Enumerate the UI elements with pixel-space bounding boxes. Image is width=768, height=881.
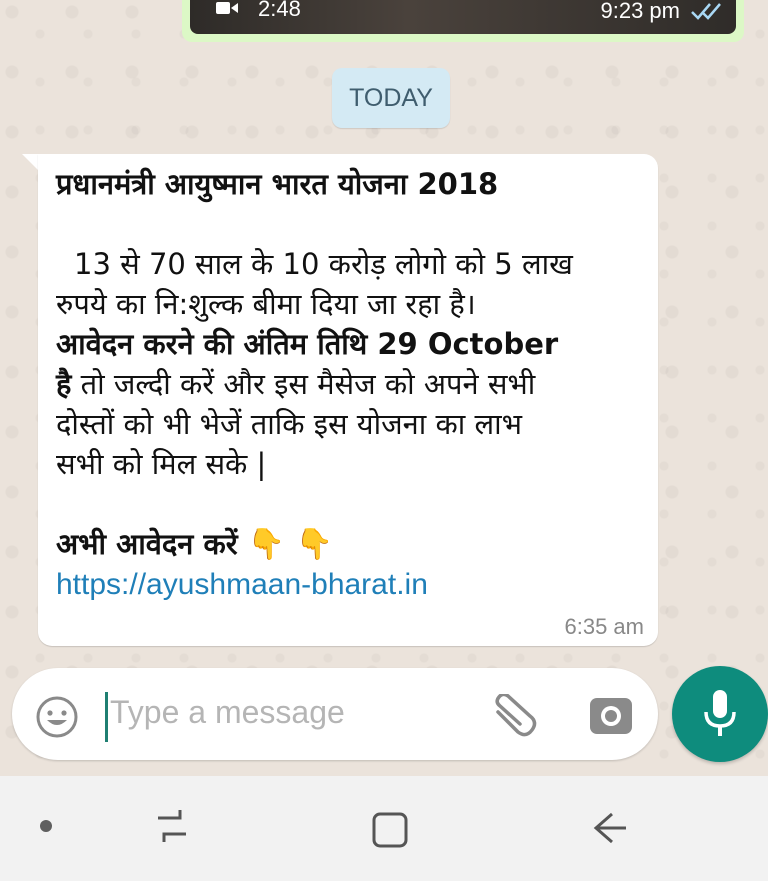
pointing-down-icon: 👇 👇 (247, 527, 333, 562)
call-to-action: अभी आवेदन करें 👇 👇 (56, 524, 646, 565)
double-check-icon (691, 3, 721, 20)
message-line: है तो जल्दी करें और इस मैसेज को अपने सभी (56, 364, 646, 404)
received-message-bubble[interactable]: प्रधानमंत्री आयुष्मान भारत योजना 2018 13… (38, 154, 658, 646)
message-line: सभी को मिल सके | (56, 447, 267, 481)
cta-text: अभी आवेदन करें (56, 527, 238, 561)
home-icon[interactable] (370, 810, 410, 850)
message-line: दोस्तों को भी भेजें ताकि इस योजना का लाभ (56, 407, 523, 441)
message-line: रुपये का नि:शुल्क बीमा दिया जा रहा है। (56, 287, 476, 321)
android-navigation-bar (0, 776, 768, 881)
text-cursor (105, 692, 108, 742)
attach-icon[interactable] (488, 694, 540, 738)
message-input[interactable]: Type a message (110, 694, 345, 731)
voice-message-button[interactable] (672, 666, 768, 762)
message-body: प्रधानमंत्री आयुष्मान भारत योजना 2018 13… (56, 164, 646, 605)
camera-icon[interactable] (588, 692, 634, 738)
video-camera-icon (216, 2, 238, 14)
message-composer[interactable]: Type a message (12, 668, 658, 760)
message-link[interactable]: https://ayushmaan-bharat.in (56, 565, 646, 605)
message-line: 13 से 70 साल के 10 करोड़ लोगो को 5 लाख (74, 247, 573, 281)
nav-dot[interactable] (40, 820, 52, 832)
mic-icon (704, 690, 736, 736)
emoji-icon[interactable] (34, 694, 80, 740)
recents-icon[interactable] (152, 806, 192, 846)
message-time: 6:35 am (564, 614, 645, 639)
date-divider: TODAY (332, 68, 450, 128)
video-duration: 2:48 (258, 0, 301, 21)
message-line-rest: तो जल्दी करें और इस मैसेज को अपने सभी (71, 367, 536, 401)
deadline-text-end: है (56, 367, 72, 401)
message-title: प्रधानमंत्री आयुष्मान भारत योजना 2018 (56, 167, 499, 201)
deadline-text: आवेदन करने की अंतिम तिथि 29 October (56, 327, 559, 361)
back-icon[interactable] (590, 808, 630, 848)
video-message-time: 9:23 pm (600, 0, 681, 23)
